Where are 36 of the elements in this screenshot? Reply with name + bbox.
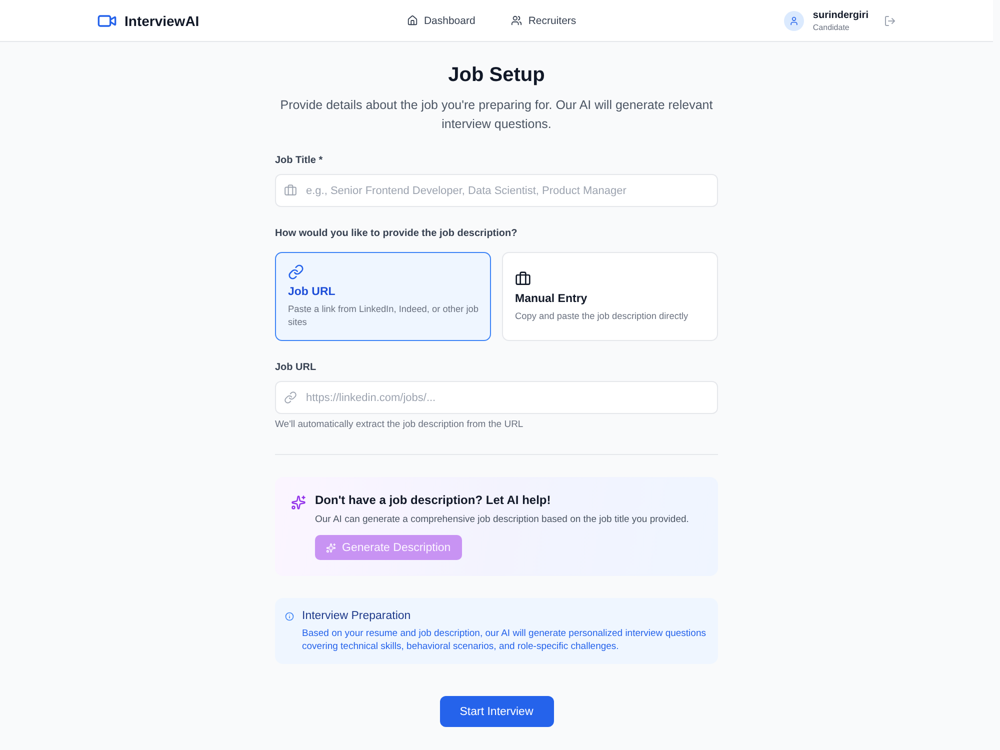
- option-title: Job URL: [288, 285, 336, 300]
- page-subtitle: Provide details about the job you're preparing for. Our AI will generate relevant interview questions.: [279, 97, 714, 133]
- house-icon: [406, 15, 418, 26]
- field-label: How would you like to provide the job description?: [275, 227, 518, 241]
- ai-help-title: Don't have a job description? Let AI help!: [315, 492, 551, 508]
- ai-help-text: Our AI can generate a comprehensive job description based on the job title you provided.: [315, 513, 689, 527]
- info-title: Interview Preparation: [302, 609, 411, 624]
- link-icon: [288, 264, 304, 280]
- option-title: Manual Entry: [515, 292, 588, 306]
- input-field[interactable]: https://linkedin.com/jobs/...: [275, 381, 718, 414]
- field-label: Job Title *: [275, 154, 324, 168]
- info-icon: [285, 612, 294, 621]
- logo-text: InterviewAI: [124, 12, 200, 28]
- avatar-icon: [784, 10, 804, 30]
- page-title: Job Setup: [447, 63, 546, 87]
- briefcase-icon: [284, 184, 297, 197]
- option-description: Copy and paste the job description directly: [515, 310, 688, 322]
- briefcase-icon: [515, 270, 531, 286]
- users-icon: [511, 15, 522, 26]
- logout-icon: [884, 14, 896, 26]
- nav-link[interactable]: Recruiters: [511, 14, 576, 26]
- option-card[interactable]: Manual Entry Copy and paste the job description directly: [502, 252, 718, 341]
- sparkles-icon: [326, 542, 336, 552]
- logout-button[interactable]: [884, 14, 896, 26]
- option-description: Paste a link from LinkedIn, Indeed, or other job sites: [288, 303, 480, 329]
- field-hint: We'll automatically extract the job description from the URL: [275, 418, 524, 431]
- info-text: Based on your resume and job description, our AI will generate personalized interview questions covering technical skills, behavioral scenarios, and role-specific challenges.: [302, 627, 707, 653]
- field-label: Job URL: [275, 361, 318, 375]
- input-field[interactable]: e.g., Senior Frontend Developer, Data Scientist, Product Manager: [275, 174, 718, 207]
- user-role: Candidate: [812, 22, 850, 32]
- option-card[interactable]: Job URL Paste a link from LinkedIn, Indeed, or other job sites: [275, 252, 491, 341]
- link-icon: [284, 391, 297, 404]
- user-name: surindergiri: [812, 10, 868, 20]
- nav-link[interactable]: Dashboard: [406, 14, 476, 26]
- start-interview-button[interactable]: Start Interview: [440, 696, 554, 727]
- sparkles-icon: [291, 495, 306, 510]
